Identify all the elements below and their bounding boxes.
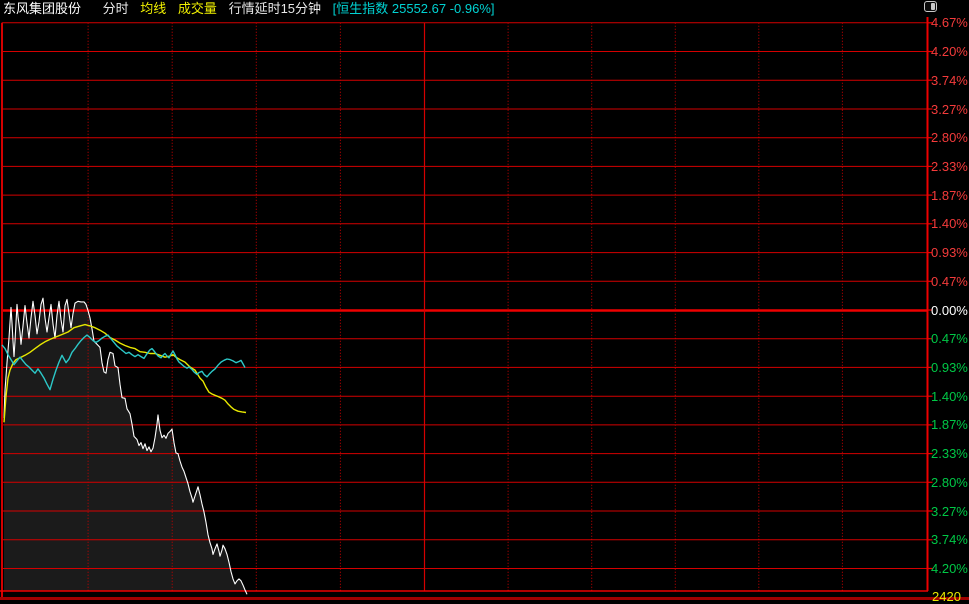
timeshare-chart-window: 东风集团股份 分时 均线 成交量 行情延时15分钟 [恒生指数 25552.67… — [0, 0, 969, 601]
axis-label-17: 3.27% — [931, 504, 968, 519]
timeshare-chart[interactable] — [0, 0, 969, 601]
axis-label-11: 0.47% — [931, 331, 968, 346]
axis-label-7: 1.40% — [931, 216, 968, 231]
axis-label-18: 3.74% — [931, 532, 968, 547]
axis-label-13: 1.40% — [931, 389, 968, 404]
axis-label-1: 4.20% — [931, 44, 968, 59]
axis-label-4: 2.80% — [931, 130, 968, 145]
price-area-fill — [4, 298, 247, 594]
tab-timeshare[interactable]: 分时 — [103, 0, 129, 17]
axis-label-8: 0.93% — [931, 245, 968, 260]
tab-ma-lines[interactable]: 均线 — [140, 0, 166, 17]
header-bar: 东风集团股份 分时 均线 成交量 行情延时15分钟 [恒生指数 25552.67… — [0, 0, 969, 17]
axis-label-10: 0.00% — [931, 303, 968, 318]
axis-label-15: 2.33% — [931, 446, 968, 461]
delay-notice: 行情延时15分钟 — [229, 0, 321, 17]
panel-toggle-bar — [931, 3, 935, 10]
axis-label-12: 0.93% — [931, 360, 968, 375]
axis-label-14: 1.87% — [931, 417, 968, 432]
index-quote: [恒生指数 25552.67 -0.96%] — [333, 0, 495, 17]
axis-label-16: 2.80% — [931, 475, 968, 490]
axis-label-6: 1.87% — [931, 188, 968, 203]
axis-label-3: 3.27% — [931, 102, 968, 117]
tab-volume[interactable]: 成交量 — [178, 0, 217, 17]
axis-label-5: 2.33% — [931, 159, 968, 174]
axis-label-9: 0.47% — [931, 274, 968, 289]
panel-toggle-icon[interactable] — [924, 1, 937, 12]
bottom-axis-label: 2420 — [932, 590, 961, 604]
axis-label-19: 4.20% — [931, 561, 968, 576]
axis-label-2: 3.74% — [931, 73, 968, 88]
axis-label-0: 4.67% — [931, 15, 968, 30]
stock-name: 东风集团股份 — [3, 0, 81, 17]
